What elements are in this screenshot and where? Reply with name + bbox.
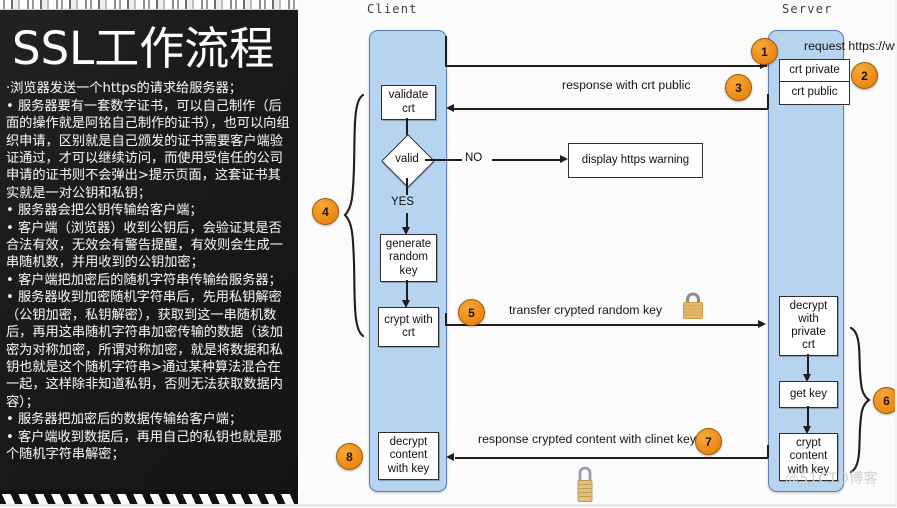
- node-label: crypt with crt: [384, 313, 433, 339]
- msg-3-arrowhead: [446, 104, 454, 112]
- slide-bullet: • 服务器收到加密随机字符串后，先用私钥解密（公钥加密，私钥解密），获取到这一串…: [6, 290, 283, 410]
- client-steps-brace: [342, 92, 366, 339]
- node-crt-private: crt private: [779, 59, 850, 83]
- step-marker-4: 4: [312, 198, 339, 225]
- node-label: generate random key: [385, 238, 432, 277]
- screenshot-root: SSL工作流程 ·浏览器发送一个https的请求给服务器； • 服务器要有一套数…: [0, 0, 897, 507]
- slide-bullet: • 客户端把加密后的随机字符串传输给服务器；: [6, 272, 282, 288]
- server-steps-brace: [848, 325, 872, 475]
- node-display-https-warning: display https warning: [568, 143, 703, 178]
- node-label: crt public: [791, 86, 838, 99]
- msg-1-line: [445, 65, 767, 67]
- node-crt-public: crt public: [779, 81, 850, 105]
- slide-title: SSL工作流程: [12, 22, 275, 75]
- edge-label-no: NO: [465, 152, 483, 164]
- node-label: decrypt with private crt: [789, 299, 828, 352]
- ssl-sequence-diagram: Client Server validate crt valid NO displ…: [298, 0, 897, 507]
- ssl-slide-panel: SSL工作流程 ·浏览器发送一个https的请求给服务器； • 服务器要有一套数…: [0, 0, 298, 507]
- step-marker-5: 5: [458, 299, 485, 326]
- edge-label-yes: YES: [391, 196, 415, 208]
- slide-bullet: • 服务器会把公钥传输给客户端；: [6, 203, 203, 219]
- slide-bullet: ·浏览器发送一个https的请求给服务器；: [6, 81, 242, 97]
- msg-7-line: [455, 457, 768, 459]
- slide-content: SSL工作流程 ·浏览器发送一个https的请求给服务器； • 服务器要有一套数…: [0, 9, 298, 490]
- node-label: get key: [789, 387, 828, 400]
- node-get-key: get key: [779, 381, 838, 408]
- edge-no-arrowhead: [560, 155, 568, 163]
- slide-bullet: • 客户端（浏览器）收到公钥后，会验证其是否合法有效，无效会有警告提醒，有效则会…: [6, 220, 283, 271]
- step-marker-2: 2: [851, 62, 878, 89]
- msg-5-line: [445, 324, 760, 326]
- node-crypt-with-crt: crypt with crt: [378, 307, 439, 347]
- lane-label-client: Client: [367, 2, 418, 16]
- step-marker-3: 3: [725, 74, 752, 101]
- step-marker-7: 7: [695, 428, 722, 455]
- slide-bullet: • 服务器要有一套数字证书，可以自己制作（后面的操作就是阿铭自己制作的证书），也…: [6, 98, 290, 201]
- step-marker-8: 8: [336, 443, 363, 470]
- watermark: @51CTO博客: [785, 471, 879, 487]
- msg-1-label: request https://www.domain.com/: [804, 39, 897, 53]
- edge-yes-upper-segment: [406, 178, 408, 195]
- edge-no-left-segment: [425, 159, 462, 161]
- msg-7-label: response crypted content with clinet key: [478, 432, 697, 446]
- msg-5-arrowhead: [758, 320, 766, 328]
- combination-padlock-icon: [573, 463, 597, 508]
- slide-bullet: • 服务器把加密后的数据传输给客户端；: [6, 412, 243, 428]
- node-label: validate crt: [388, 89, 429, 115]
- edge-no-right-segment: [492, 159, 560, 161]
- node-generate-random-key: generate random key: [380, 234, 437, 282]
- lane-label-server: Server: [782, 2, 833, 16]
- node-label: decrypt content with key: [387, 436, 430, 475]
- slide-bullet-list: ·浏览器发送一个https的请求给服务器； • 服务器要有一套数字证书，可以自己…: [0, 74, 298, 463]
- node-decrypt-content-with-key: decrypt content with key: [378, 432, 439, 480]
- step-marker-1: 1: [751, 38, 778, 65]
- msg-5-label: transfer crypted random key: [509, 303, 663, 317]
- node-decrypt-with-private-crt: decrypt with private crt: [779, 296, 838, 356]
- padlock-icon: [680, 290, 706, 327]
- msg-7-arrowhead: [446, 453, 454, 461]
- step-marker-6: 6: [873, 387, 897, 414]
- msg-1-origin-stub: [445, 36, 447, 66]
- node-label: crt private: [789, 64, 840, 77]
- msg-3-origin-stub: [767, 94, 769, 109]
- node-label: display https warning: [581, 153, 690, 166]
- node-validate-crt: validate crt: [381, 85, 436, 120]
- msg-3-line: [454, 108, 768, 110]
- msg-3-label: response with crt public: [562, 78, 691, 92]
- slide-bullet: • 客户端收到数据后，再用自己的私钥也就是那个随机字符串解密；: [6, 429, 282, 463]
